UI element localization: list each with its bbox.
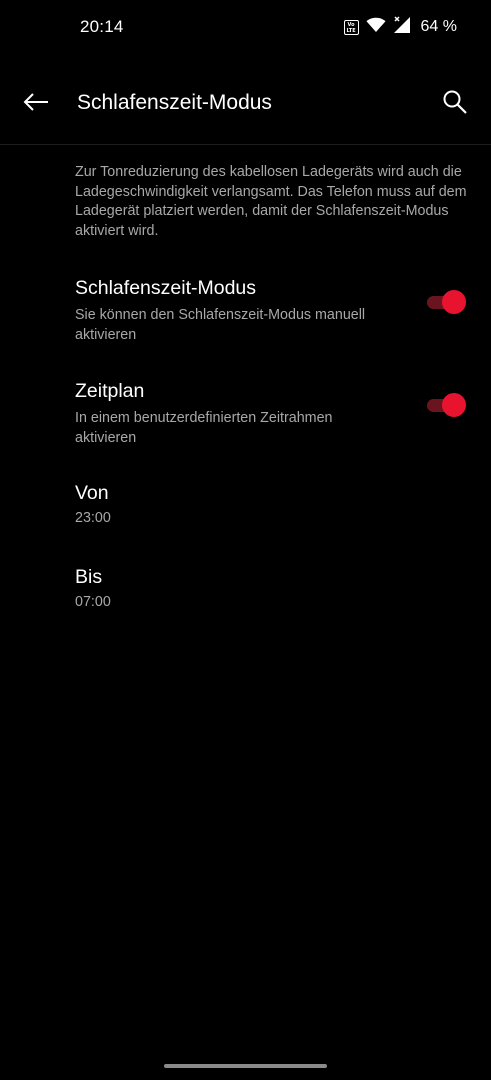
app-bar: Schlafenszeit-Modus	[0, 62, 491, 144]
wifi-icon	[366, 17, 386, 38]
setting-bedtime-mode[interactable]: Schlafenszeit-Modus Sie können den Schla…	[0, 277, 491, 351]
divider	[0, 144, 491, 145]
setting-summary: In einem benutzerdefinierten Zeitrahmen …	[75, 410, 333, 446]
status-bar: 20:14 Vo LTE 64 %	[0, 0, 491, 56]
setting-title: Schlafenszeit-Modus	[75, 277, 257, 299]
page-title: Schlafenszeit-Modus	[77, 91, 272, 114]
schedule-to-item[interactable]: Bis 07:00	[0, 566, 491, 620]
schedule-toggle[interactable]	[425, 392, 466, 418]
to-value: 07:00	[75, 594, 111, 610]
battery-percentage: 64 %	[420, 18, 457, 35]
setting-schedule[interactable]: Zeitplan In einem benutzerdefinierten Ze…	[0, 380, 491, 454]
status-icons: Vo LTE 64 %	[343, 15, 457, 39]
bedtime-mode-toggle[interactable]	[425, 289, 466, 315]
setting-title: Zeitplan	[75, 380, 145, 402]
signal-no-service-icon	[393, 15, 411, 39]
from-value: 23:00	[75, 510, 111, 526]
toggle-thumb	[442, 290, 466, 314]
schedule-from-item[interactable]: Von 23:00	[0, 482, 491, 536]
status-time: 20:14	[80, 17, 124, 36]
arrow-left-icon	[23, 92, 49, 117]
volte-icon: Vo LTE	[343, 19, 359, 35]
setting-summary: Sie können den Schlafenszeit-Modus manue…	[75, 307, 366, 343]
to-label: Bis	[75, 566, 103, 588]
description-text: Zur Tonreduzierung des kabellosen Ladege…	[75, 164, 467, 239]
back-button[interactable]	[18, 86, 54, 122]
search-icon	[442, 89, 468, 120]
search-button[interactable]	[437, 86, 473, 122]
gesture-nav-handle[interactable]	[164, 1064, 327, 1068]
from-label: Von	[75, 482, 109, 504]
toggle-thumb	[442, 393, 466, 417]
